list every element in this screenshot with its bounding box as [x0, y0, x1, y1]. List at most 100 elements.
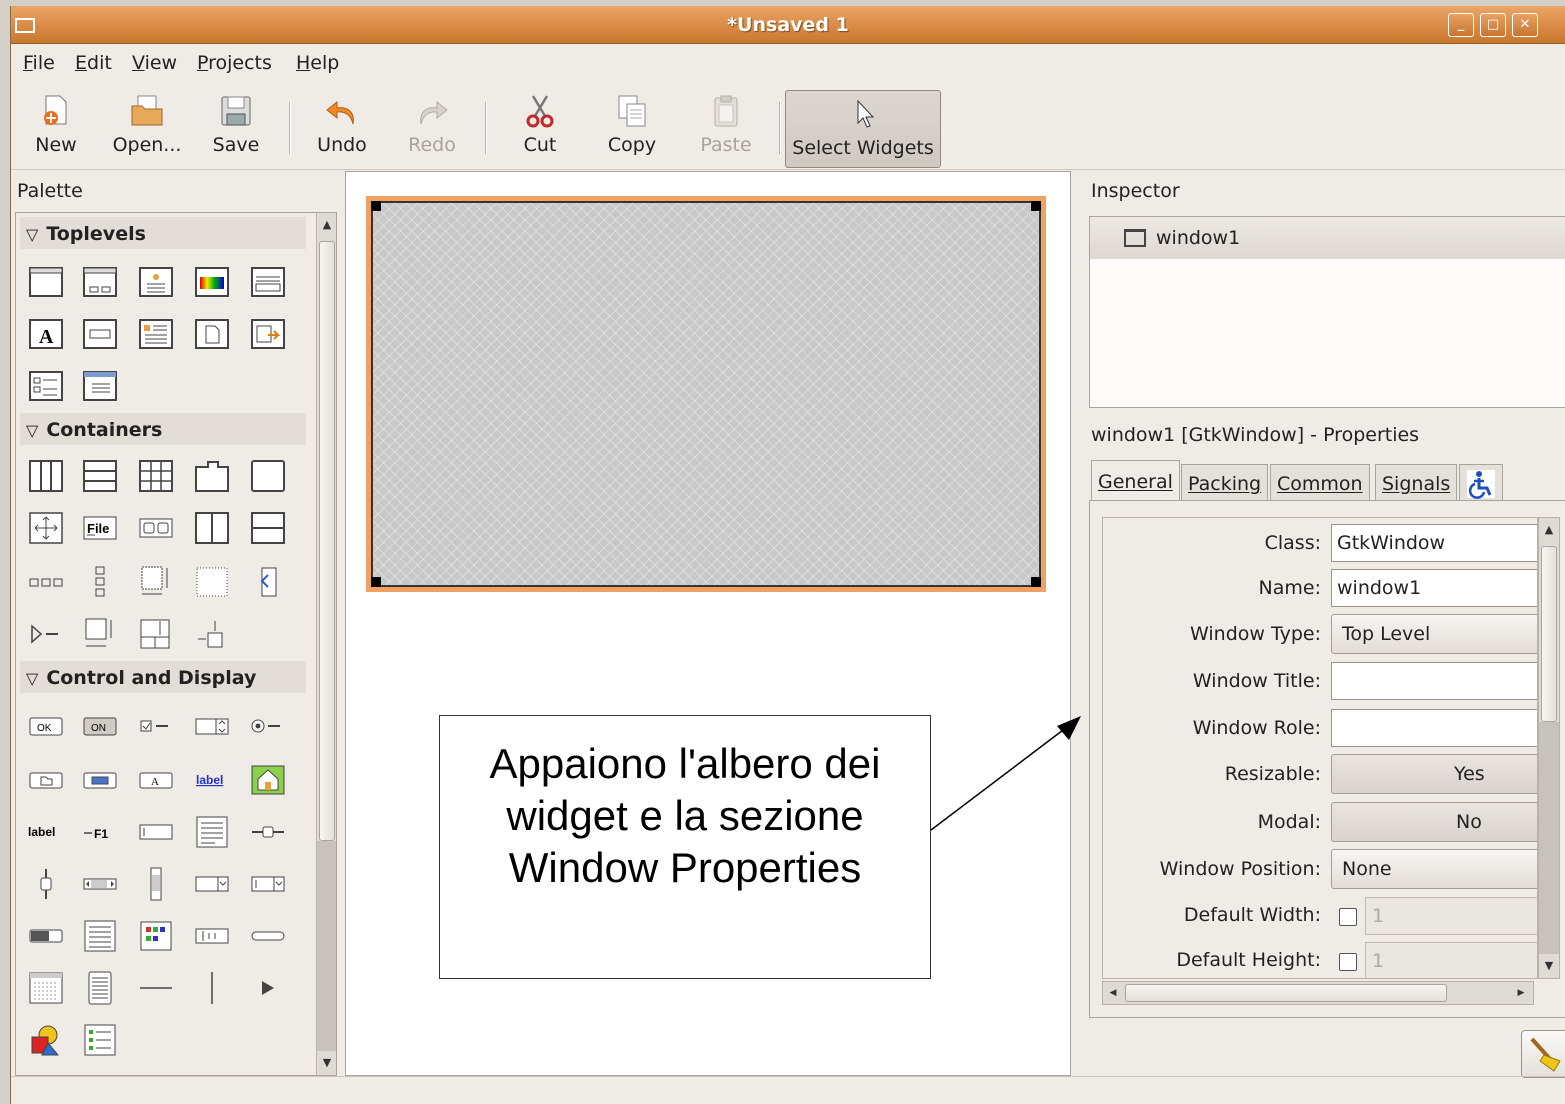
vpaned-widget-icon[interactable] [250, 511, 286, 545]
minimize-button[interactable]: _ [1448, 13, 1474, 37]
resize-handle-top-right[interactable] [1031, 201, 1041, 211]
default-width-spin[interactable]: 1 [1365, 897, 1537, 935]
text-view-icon[interactable] [194, 815, 230, 849]
title-bar[interactable]: *Unsaved 1 _ □ ✕ [11, 6, 1565, 44]
link-button-icon[interactable]: label [194, 763, 230, 797]
hruler-widget-icon[interactable] [194, 919, 230, 953]
gtk-window-preview[interactable] [366, 196, 1046, 592]
vscrollbar-widget-icon[interactable] [138, 867, 174, 901]
palette-scroll-thumb[interactable] [319, 241, 335, 841]
properties-hscroll-thumb[interactable] [1125, 984, 1447, 1002]
font-selection-dialog-icon[interactable]: A [28, 317, 64, 351]
fixed-widget-icon[interactable] [194, 565, 230, 599]
entry-widget-icon[interactable] [138, 815, 174, 849]
window-widget-icon[interactable] [28, 265, 64, 299]
combo-box-entry-icon[interactable] [250, 867, 286, 901]
open-button[interactable]: Open... [107, 88, 187, 166]
modal-toggle[interactable]: No [1331, 802, 1537, 842]
scroll-up-arrow-icon[interactable]: ▲ [1541, 520, 1557, 540]
select-widgets-toggle[interactable]: Select Widgets [785, 90, 941, 168]
save-button[interactable]: Save [205, 88, 267, 166]
viewport-widget-icon[interactable] [82, 617, 118, 651]
cut-button[interactable]: Cut [511, 88, 569, 166]
resize-handle-bottom-left[interactable] [371, 577, 381, 587]
paste-button[interactable]: Paste [693, 88, 759, 166]
vbox-widget-icon[interactable] [82, 459, 118, 493]
combo-box-icon[interactable] [194, 867, 230, 901]
properties-scroll-trough[interactable] [1539, 722, 1559, 954]
button-widget-icon[interactable]: OK [28, 709, 64, 743]
recent-chooser-dialog-icon[interactable] [28, 369, 64, 403]
alignment-widget-icon[interactable] [138, 617, 174, 651]
input-dialog-icon[interactable] [82, 317, 118, 351]
tab-packing[interactable]: Packing [1181, 464, 1269, 502]
page-setup-dialog-icon[interactable] [82, 369, 118, 403]
calendar-widget-icon[interactable] [28, 971, 64, 1005]
assistant-dialog-icon[interactable] [250, 317, 286, 351]
hpaned-widget-icon[interactable] [194, 511, 230, 545]
scroll-up-arrow-icon[interactable]: ▲ [319, 215, 335, 235]
tab-general[interactable]: General [1091, 460, 1180, 504]
palette-scroll-trough[interactable] [317, 841, 336, 1051]
vertical-toolbar-icon[interactable] [82, 565, 118, 599]
message-dialog-icon[interactable] [138, 265, 174, 299]
list-widget-icon[interactable] [82, 971, 118, 1005]
icon-view-icon[interactable] [138, 919, 174, 953]
vscale-widget-icon[interactable] [28, 867, 64, 901]
name-field[interactable]: window1 [1331, 569, 1537, 607]
hscrollbar-widget-icon[interactable] [82, 867, 118, 901]
window-role-field[interactable] [1331, 709, 1537, 747]
palette-group-containers[interactable]: ▽ Containers [20, 413, 306, 445]
default-width-checkbox[interactable] [1339, 908, 1357, 926]
window-position-combo[interactable]: None [1331, 849, 1537, 889]
arrow-widget-icon[interactable] [250, 971, 286, 1005]
tab-accessibility[interactable] [1459, 464, 1503, 502]
tab-signals[interactable]: Signals [1375, 464, 1458, 502]
widget-tree[interactable]: window1 [1089, 216, 1565, 408]
palette-group-control-display[interactable]: ▽ Control and Display [20, 661, 306, 693]
file-dialog-icon[interactable] [194, 317, 230, 351]
window-title-field[interactable] [1331, 662, 1537, 700]
image-widget-icon[interactable] [250, 763, 286, 797]
button-box-icon[interactable] [138, 511, 174, 545]
class-field[interactable]: GtkWindow [1331, 524, 1537, 562]
progress-bar-icon[interactable] [28, 919, 64, 953]
properties-scroll-thumb[interactable] [1541, 546, 1557, 722]
close-button[interactable]: ✕ [1512, 13, 1538, 37]
tab-common[interactable]: Common [1270, 464, 1370, 502]
resize-handle-top-left[interactable] [371, 201, 381, 211]
vseparator-widget-icon[interactable] [194, 971, 230, 1005]
scroll-down-arrow-icon[interactable]: ▼ [319, 1053, 335, 1073]
event-box-icon[interactable] [250, 565, 286, 599]
copy-button[interactable]: Copy [601, 88, 663, 166]
frame-widget-icon[interactable] [250, 459, 286, 493]
list-view-icon[interactable] [82, 1023, 118, 1057]
window-type-combo[interactable]: Top Level [1331, 614, 1537, 654]
color-button-icon[interactable] [82, 763, 118, 797]
radio-button-icon[interactable] [250, 709, 286, 743]
menu-help[interactable]: Help [296, 52, 339, 74]
notebook-widget-icon[interactable] [194, 459, 230, 493]
palette-group-toplevels[interactable]: ▽ Toplevels [20, 217, 306, 249]
menubar-widget-icon[interactable]: File [82, 511, 118, 545]
palette-scrollbar[interactable]: ▲ ▼ [316, 213, 336, 1075]
dialog-widget-icon[interactable] [82, 265, 118, 299]
menu-view[interactable]: View [132, 52, 177, 74]
tree-row-window1[interactable]: window1 [1090, 217, 1565, 259]
file-chooser-dialog-icon[interactable] [250, 265, 286, 299]
toolbar-widget-icon[interactable] [28, 565, 64, 599]
drawing-area-icon[interactable] [28, 1023, 64, 1057]
default-height-checkbox[interactable] [1339, 953, 1357, 971]
hscale-widget-icon[interactable] [250, 815, 286, 849]
hbox-widget-icon[interactable] [28, 459, 64, 493]
properties-horizontal-scrollbar[interactable]: ◀ ▶ [1102, 981, 1534, 1005]
label-widget-icon[interactable]: label [28, 815, 64, 849]
undo-button[interactable]: Undo [309, 88, 375, 166]
layout-widget-icon[interactable] [138, 565, 174, 599]
check-button-icon[interactable] [138, 709, 174, 743]
aspect-frame-icon[interactable] [194, 617, 230, 651]
tree-view-icon[interactable] [82, 919, 118, 953]
color-selection-dialog-icon[interactable] [194, 265, 230, 299]
default-height-spin[interactable]: 1 [1365, 942, 1537, 978]
resize-handle-bottom-right[interactable] [1031, 577, 1041, 587]
